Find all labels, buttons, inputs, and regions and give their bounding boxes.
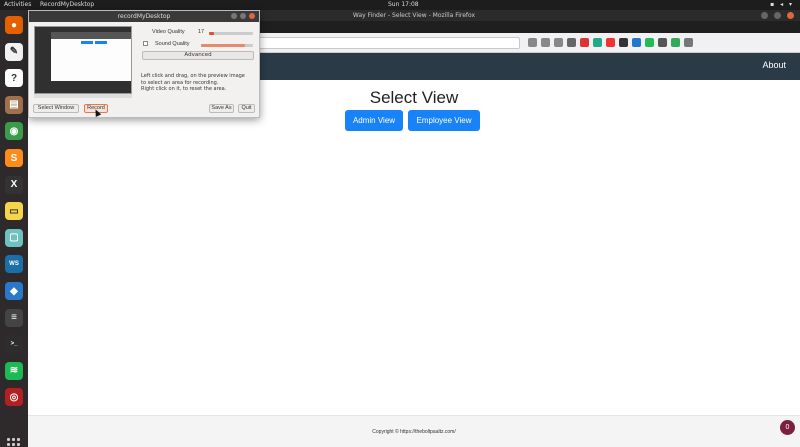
library-icon[interactable]	[554, 38, 563, 47]
bookmark-icon[interactable]	[541, 38, 550, 47]
toolbar-icons	[528, 38, 693, 47]
spotify-icon[interactable]: ≋	[5, 361, 23, 380]
minimize-icon[interactable]	[761, 12, 768, 19]
save-as-button[interactable]: Save As	[209, 104, 234, 113]
recorder-window-controls	[231, 13, 255, 19]
extension-icon[interactable]	[593, 38, 602, 47]
clock[interactable]: Sun 17:08	[388, 1, 419, 8]
extension-icon[interactable]	[671, 38, 680, 47]
show-applications-icon[interactable]	[7, 438, 21, 447]
menu-icon[interactable]	[684, 38, 693, 47]
window-title: Way Finder - Select View - Mozilla Firef…	[352, 12, 476, 19]
chrome-icon[interactable]: ◉	[5, 122, 23, 141]
extension-icon[interactable]	[580, 38, 589, 47]
files-icon[interactable]: ▤	[5, 95, 23, 114]
employee-view-button[interactable]: Employee View	[408, 110, 480, 131]
xampp-icon[interactable]: X	[5, 175, 23, 194]
nav-about-link[interactable]: About	[762, 60, 786, 70]
extension-icon[interactable]	[619, 38, 628, 47]
system-tray[interactable]: ▪ ◂ ▾	[770, 1, 794, 8]
firefox-icon[interactable]: ●	[5, 16, 23, 34]
help-line-1: Left click and drag, on the preview imag…	[141, 73, 245, 79]
sublime-icon[interactable]: S	[5, 149, 23, 167]
close-icon[interactable]	[249, 13, 255, 19]
notification-badge[interactable]: 0	[780, 420, 795, 435]
extension-icon[interactable]	[645, 38, 654, 47]
view-buttons: Admin View Employee View	[345, 110, 480, 131]
recorder-titlebar: recordMyDesktop	[29, 11, 259, 22]
maximize-icon[interactable]	[774, 12, 781, 19]
video-quality-label: Video Quality	[152, 29, 185, 35]
help-text: Left click and drag, on the preview imag…	[141, 73, 259, 93]
sound-quality-label: Sound Quality	[155, 41, 190, 47]
sound-quality-checkbox[interactable]	[143, 41, 148, 46]
advanced-button[interactable]: Advanced	[142, 51, 254, 60]
activities-button[interactable]: Activities	[4, 1, 31, 8]
text-editor-icon[interactable]: ✎	[5, 42, 23, 61]
reader-icon[interactable]	[528, 38, 537, 47]
preview-image[interactable]	[34, 26, 132, 94]
notes-icon[interactable]: ▭	[5, 202, 23, 221]
record-icon[interactable]: ≡	[5, 308, 23, 327]
recordmydesktop-window: recordMyDesktop Video Quality 17 Sound Q…	[28, 10, 260, 118]
site-footer: Copyright © https://theboltpaaltz.com/	[28, 415, 800, 447]
vscode-icon[interactable]: ◆	[5, 282, 23, 300]
help-icon[interactable]: ?	[5, 69, 23, 88]
copyright-text: Copyright © https://theboltpaaltz.com/	[372, 429, 456, 435]
sidebar-icon[interactable]	[567, 38, 576, 47]
gnome-top-bar: Activities RecordMyDesktop Sun 17:08 ▪ ◂…	[0, 0, 800, 10]
video-quality-slider[interactable]	[209, 32, 253, 35]
sound-quality-slider[interactable]	[201, 44, 253, 47]
select-window-button[interactable]: Select Window	[33, 104, 79, 113]
extension-icon[interactable]	[606, 38, 615, 47]
dock: ● ✎? ▤ ◉ S X ▭ ▢ WS ◆ ≡ >_ ≋ ◎	[0, 10, 28, 447]
maximize-icon[interactable]	[240, 13, 246, 19]
quit-button[interactable]: Quit	[238, 104, 255, 113]
minimize-icon[interactable]	[231, 13, 237, 19]
app-menu[interactable]: RecordMyDesktop	[40, 1, 94, 8]
help-line-3: Right click on it, to reset the area.	[141, 86, 227, 92]
video-quality-value: 17	[198, 29, 205, 35]
screenrecorder-icon[interactable]: ◎	[5, 388, 23, 407]
extension-icon[interactable]	[658, 38, 667, 47]
window-controls	[761, 12, 794, 19]
url-bar[interactable]	[258, 37, 520, 49]
recorder-title: recordMyDesktop	[117, 13, 171, 20]
extension-icon[interactable]	[632, 38, 641, 47]
admin-view-button[interactable]: Admin View	[345, 110, 403, 131]
terminal-icon[interactable]: >_	[5, 335, 23, 354]
preview-scrollbar[interactable]	[34, 94, 132, 98]
webstorm-icon[interactable]: WS	[5, 255, 23, 274]
remmina-icon[interactable]: ▢	[5, 228, 23, 247]
close-icon[interactable]	[787, 12, 794, 19]
